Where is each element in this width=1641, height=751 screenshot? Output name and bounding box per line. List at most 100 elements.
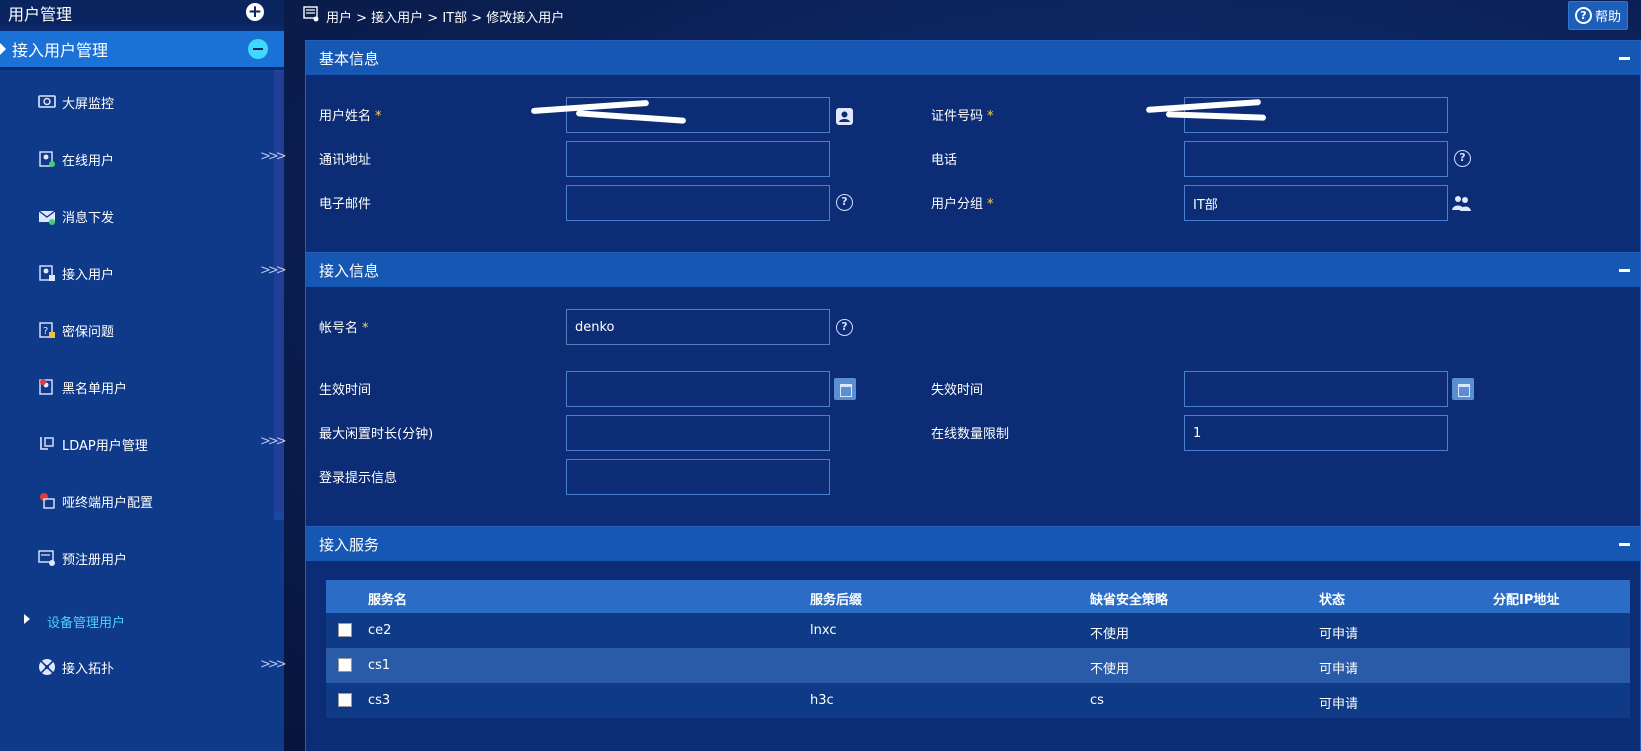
sidebar-item-label: 设备管理用户 [47,616,126,631]
caret-right-icon [0,43,6,55]
sidebar-item-message[interactable]: 消息下发 [0,196,284,236]
sidebar: 用户管理 + 接入用户管理 大屏监控 在线用户 >>> 消息下发 接入用户 >>… [0,0,287,751]
table-row[interactable]: cs3 h3c cs 可申请 [326,683,1630,718]
app-root: 用户管理 + 接入用户管理 大屏监控 在线用户 >>> 消息下发 接入用户 >>… [0,0,1641,751]
security-question-icon: ? [39,322,55,338]
expand-plus-icon[interactable]: + [246,3,264,21]
collapse-icon[interactable] [1619,269,1630,272]
help-icon: ? [1575,7,1592,24]
table-row[interactable]: ce2 lnxc 不使用 可申请 [326,613,1630,648]
sidebar-item-topology[interactable]: 接入拓扑 >>> [0,647,287,687]
collapse-icon[interactable] [1619,57,1630,60]
calendar-icon[interactable] [1452,378,1474,400]
column-header[interactable]: 缺省安全策略 [1090,589,1168,608]
required-mark: * [987,197,994,212]
sidebar-item-access-users[interactable]: 接入用户 >>> [0,253,287,293]
user-group-icon[interactable] [1452,194,1472,212]
chevron-right-icon: >>> [260,657,287,672]
breadcrumb: 用户 > 接入用户 > IT部 > 修改接入用户 [326,11,565,26]
sidebar-item-label: 黑名单用户 [62,382,128,397]
sidebar-item-security-question[interactable]: ? 密保问题 [0,310,284,350]
email-label: 电子邮件 [319,197,372,212]
help-button[interactable]: ? 帮助 [1568,1,1628,30]
message-icon [38,210,56,225]
row-checkbox[interactable] [338,693,352,707]
status-cell: 可申请 [1319,697,1359,712]
service-name-cell: ce2 [368,623,392,638]
sidebar-item-blacklist[interactable]: 黑名单用户 [0,367,284,407]
table-row[interactable]: cs1 不使用 可申请 [326,648,1630,683]
login-prompt-input[interactable] [566,459,830,495]
sidebar-item-ldap[interactable]: LDAP用户管理 >>> [0,424,287,464]
service-name-cell: cs3 [368,693,391,708]
sidebar-header-label: 用户管理 [8,5,73,24]
dumb-terminal-icon [40,493,55,509]
caret-right-icon [24,614,30,624]
sidebar-item-big-screen-monitor[interactable]: 大屏监控 [0,82,284,122]
max-idle-label: 最大闲置时长(分钟) [319,427,434,442]
help-label: 帮助 [1595,10,1622,25]
sidebar-item-online-users[interactable]: 在线用户 >>> [0,139,287,179]
email-input[interactable] [566,185,830,221]
access-user-icon [39,265,55,281]
sidebar-item-label: 密保问题 [62,325,115,340]
sidebar-item-dumb-terminal[interactable]: 哑终端用户配置 [0,481,284,521]
sidebar-active-section[interactable]: 接入用户管理 [0,31,284,67]
group-label: 用户分组 * [931,193,994,212]
access-service-panel: 接入服务 服务名 服务后缀 缺省安全策略 状态 分配IP地址 ce2 lnxc … [305,526,1641,751]
account-label: 帐号名 * [319,317,369,336]
policy-cell: 不使用 [1090,627,1130,642]
service-name-cell: cs1 [368,658,391,673]
account-label-text: 帐号名 [319,321,359,336]
account-input[interactable]: denko [566,309,830,345]
access-service-header[interactable]: 接入服务 [306,527,1640,561]
sidebar-header[interactable]: 用户管理 + [0,0,284,26]
username-label: 用户姓名 * [319,105,382,124]
basic-info-panel: 基本信息 用户姓名 * 证件号码 * 通讯地址 电话 ? 电子邮件 ? 用户分组 * … [305,40,1641,254]
column-header[interactable]: 分配IP地址 [1493,589,1559,608]
required-mark: * [987,109,994,124]
email-help-icon[interactable]: ? [836,194,853,211]
online-limit-input[interactable]: 1 [1184,415,1448,451]
column-header[interactable]: 服务名 [368,589,407,608]
phone-input[interactable] [1184,141,1448,177]
collapse-minus-icon[interactable] [248,39,268,59]
chevron-right-icon: >>> [260,434,287,449]
calendar-icon[interactable] [834,378,856,400]
address-label: 通讯地址 [319,153,372,168]
basic-info-header[interactable]: 基本信息 [306,41,1640,75]
username-label-text: 用户姓名 [319,109,372,124]
column-header[interactable]: 状态 [1319,589,1345,608]
chevron-right-icon: >>> [260,263,287,278]
collapse-icon[interactable] [1619,543,1630,546]
phone-help-icon[interactable]: ? [1454,150,1471,167]
sidebar-item-device-mgmt-users[interactable]: 设备管理用户 [0,601,284,641]
policy-cell: 不使用 [1090,662,1130,677]
max-idle-input[interactable] [566,415,830,451]
id-number-label-text: 证件号码 [931,109,984,124]
online-limit-label: 在线数量限制 [931,427,1010,442]
user-picker-icon[interactable] [836,108,853,125]
service-suffix-cell: lnxc [810,623,837,638]
group-input[interactable]: IT部 [1184,185,1448,221]
preregister-icon [38,550,55,566]
group-label-text: 用户分组 [931,197,984,212]
policy-cell: cs [1090,693,1104,708]
effective-time-input[interactable] [566,371,830,407]
address-input[interactable] [566,141,830,177]
required-mark: * [362,321,369,336]
user-list-icon [303,6,319,22]
row-checkbox[interactable] [338,658,352,672]
panel-title: 接入服务 [319,535,380,554]
effective-time-label: 生效时间 [319,383,372,398]
sidebar-item-label: 大屏监控 [62,97,115,112]
expire-time-input[interactable] [1184,371,1448,407]
sidebar-item-preregister[interactable]: 预注册用户 [0,538,284,578]
account-help-icon[interactable]: ? [836,319,853,336]
row-checkbox[interactable] [338,623,352,637]
access-info-header[interactable]: 接入信息 [306,253,1640,287]
svg-text:?: ? [43,326,48,337]
sidebar-item-label: 消息下发 [62,211,115,226]
sidebar-active-label: 接入用户管理 [12,41,109,60]
column-header[interactable]: 服务后缀 [810,589,862,608]
